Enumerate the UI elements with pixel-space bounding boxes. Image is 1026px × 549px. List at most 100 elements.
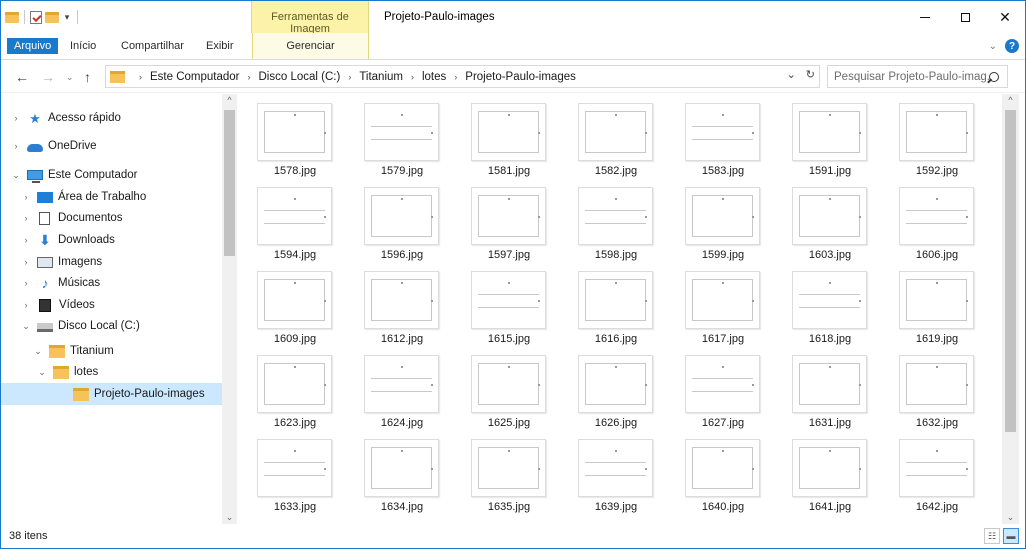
file-tile[interactable]: 1598.jpg xyxy=(566,183,666,265)
close-button[interactable]: ✕ xyxy=(985,1,1025,33)
file-tile[interactable]: 1583.jpg xyxy=(673,99,773,181)
maximize-button[interactable] xyxy=(945,1,985,33)
search-input[interactable] xyxy=(834,70,989,83)
forward-arrow-icon[interactable]: → xyxy=(41,69,55,85)
tab-share[interactable]: Compartilhar xyxy=(121,40,184,52)
nav-item[interactable]: ⌄ lotes xyxy=(1,361,222,383)
file-tile[interactable]: 1606.jpg xyxy=(887,183,987,265)
expand-icon[interactable]: › xyxy=(21,192,31,202)
search-box[interactable] xyxy=(827,65,1008,88)
expand-ribbon-icon[interactable]: ⌄ xyxy=(989,41,997,52)
file-tile[interactable]: 1635.jpg xyxy=(459,435,559,517)
nav-item[interactable]: › OneDrive xyxy=(1,135,222,157)
file-tile[interactable]: 1617.jpg xyxy=(673,267,773,349)
breadcrumb-separator-icon[interactable]: › xyxy=(348,72,351,82)
file-tile[interactable]: 1641.jpg xyxy=(780,435,880,517)
nav-item[interactable]: › ♪ Músicas xyxy=(1,272,222,294)
nav-item[interactable]: › Documentos xyxy=(1,207,222,229)
file-tile[interactable]: 1596.jpg xyxy=(352,183,452,265)
file-tile[interactable]: 1594.jpg xyxy=(245,183,345,265)
tab-file[interactable]: Arquivo xyxy=(7,38,59,54)
file-tile[interactable]: 1597.jpg xyxy=(459,183,559,265)
file-tile[interactable]: 1626.jpg xyxy=(566,351,666,433)
nav-item[interactable]: ⌄ Disco Local (C:) xyxy=(1,315,222,337)
scroll-down-icon[interactable]: ⌄ xyxy=(1002,512,1019,523)
large-icons-view-button[interactable]: ▬ xyxy=(1003,528,1019,544)
file-tile[interactable]: 1640.jpg xyxy=(673,435,773,517)
tab-view[interactable]: Exibir xyxy=(206,40,234,52)
file-tile[interactable]: 1625.jpg xyxy=(459,351,559,433)
customize-toolbar-icon[interactable]: ▾ xyxy=(62,12,72,23)
breadcrumb-separator-icon[interactable]: › xyxy=(411,72,414,82)
file-tile[interactable]: 1623.jpg xyxy=(245,351,345,433)
scroll-up-icon[interactable]: ^ xyxy=(1002,95,1019,105)
file-tile[interactable]: 1627.jpg xyxy=(673,351,773,433)
nav-item[interactable]: › Área de Trabalho xyxy=(1,186,222,208)
breadcrumb-item[interactable]: Titanium xyxy=(359,71,403,83)
file-tile[interactable]: 1612.jpg xyxy=(352,267,452,349)
help-icon[interactable]: ? xyxy=(1005,39,1019,53)
scrollbar-thumb[interactable] xyxy=(224,110,235,256)
file-grid-scrollbar[interactable]: ^ ⌄ xyxy=(1002,94,1019,524)
tab-home[interactable]: Início xyxy=(70,40,96,52)
expand-icon[interactable]: › xyxy=(11,113,21,123)
properties-icon[interactable] xyxy=(30,10,42,24)
expand-icon[interactable]: › xyxy=(11,141,21,151)
tab-manage[interactable]: Gerenciar xyxy=(252,33,369,59)
file-tile[interactable]: 1591.jpg xyxy=(780,99,880,181)
recent-locations-icon[interactable]: ⌄ xyxy=(66,72,74,83)
file-tile[interactable]: 1579.jpg xyxy=(352,99,452,181)
file-tile[interactable]: 1599.jpg xyxy=(673,183,773,265)
collapse-icon[interactable]: ⌄ xyxy=(37,367,47,378)
file-tile[interactable]: 1592.jpg xyxy=(887,99,987,181)
navigation-pane-scrollbar[interactable]: ^ ⌄ xyxy=(222,94,237,524)
up-arrow-icon[interactable]: ↑ xyxy=(84,69,91,85)
file-tile[interactable]: 1619.jpg xyxy=(887,267,987,349)
file-tile[interactable]: 1631.jpg xyxy=(780,351,880,433)
file-tile[interactable]: 1632.jpg xyxy=(887,351,987,433)
scrollbar-thumb[interactable] xyxy=(1005,110,1016,432)
collapse-icon[interactable]: ⌄ xyxy=(11,170,21,181)
breadcrumb-separator-icon[interactable]: › xyxy=(454,72,457,82)
expand-icon[interactable]: › xyxy=(21,235,31,245)
file-tile[interactable]: 1609.jpg xyxy=(245,267,345,349)
file-tile[interactable]: 1642.jpg xyxy=(887,435,987,517)
file-tile[interactable]: 1633.jpg xyxy=(245,435,345,517)
scroll-down-icon[interactable]: ⌄ xyxy=(222,512,237,523)
nav-item[interactable]: › ⬇ Downloads xyxy=(1,229,222,251)
nav-item[interactable]: › Imagens xyxy=(1,251,222,273)
details-view-button[interactable]: ☷ xyxy=(984,528,1000,544)
breadcrumb-item[interactable]: Projeto-Paulo-images xyxy=(465,71,576,83)
file-tile[interactable]: 1582.jpg xyxy=(566,99,666,181)
expand-icon[interactable]: › xyxy=(21,278,31,288)
file-tile[interactable]: 1615.jpg xyxy=(459,267,559,349)
scroll-up-icon[interactable]: ^ xyxy=(222,95,237,105)
collapse-icon[interactable]: ⌄ xyxy=(21,321,31,332)
expand-icon[interactable]: › xyxy=(21,257,31,267)
file-tile[interactable]: 1618.jpg xyxy=(780,267,880,349)
address-bar[interactable]: › Este Computador › Disco Local (C:) › T… xyxy=(105,65,820,88)
nav-item[interactable]: › ★ Acesso rápido xyxy=(1,107,222,129)
file-tile[interactable]: 1603.jpg xyxy=(780,183,880,265)
collapse-icon[interactable]: ⌄ xyxy=(33,346,43,357)
nav-item[interactable]: Projeto-Paulo-images xyxy=(1,383,222,405)
file-tile[interactable]: 1624.jpg xyxy=(352,351,452,433)
breadcrumb-separator-icon[interactable]: › xyxy=(248,72,251,82)
back-arrow-icon[interactable]: ← xyxy=(15,69,29,85)
file-tile[interactable]: 1634.jpg xyxy=(352,435,452,517)
refresh-icon[interactable]: ↻ xyxy=(806,68,815,81)
breadcrumb-item[interactable]: Disco Local (C:) xyxy=(259,71,341,83)
minimize-button[interactable] xyxy=(905,1,945,33)
file-tile[interactable]: 1581.jpg xyxy=(459,99,559,181)
search-icon[interactable] xyxy=(989,71,999,82)
file-tile[interactable]: 1616.jpg xyxy=(566,267,666,349)
new-folder-icon[interactable] xyxy=(45,11,59,23)
nav-item[interactable]: ⌄ Este Computador xyxy=(1,164,222,186)
expand-icon[interactable]: › xyxy=(21,213,31,223)
breadcrumb-item[interactable]: Este Computador xyxy=(150,71,240,83)
breadcrumb-item[interactable]: lotes xyxy=(422,71,446,83)
nav-item[interactable]: ⌄ Titanium xyxy=(1,340,222,362)
address-history-dropdown-icon[interactable]: ⌄ xyxy=(787,68,796,81)
nav-item[interactable]: › Vídeos xyxy=(1,294,222,316)
file-tile[interactable]: 1578.jpg xyxy=(245,99,345,181)
